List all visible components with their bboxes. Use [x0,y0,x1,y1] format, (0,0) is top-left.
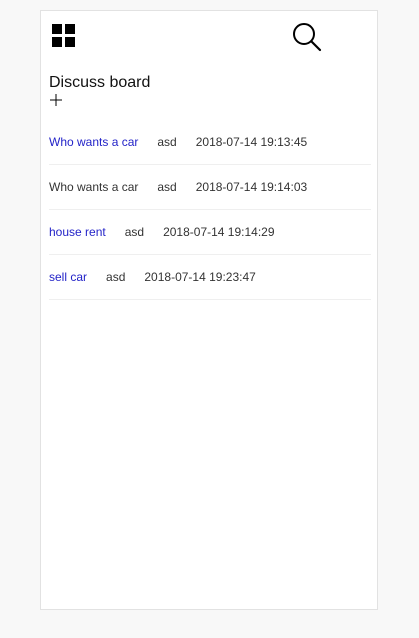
post-row: sell car asd 2018-07-14 19:23:47 [49,255,371,300]
post-row: Who wants a car asd 2018-07-14 19:13:45 [49,120,371,165]
post-topic: Who wants a car [49,180,139,194]
post-date: 2018-07-14 19:23:47 [144,270,256,284]
post-topic-link[interactable]: Who wants a car [49,135,138,149]
search-icon[interactable] [292,22,322,52]
app-panel: Discuss board Who wants a car asd 2018-0… [40,10,378,610]
post-author: asd [157,180,177,194]
post-date: 2018-07-14 19:13:45 [195,135,308,149]
post-author: asd [106,270,126,284]
plus-icon[interactable] [49,93,63,107]
page-title: Discuss board [49,74,151,91]
post-author: asd [124,225,145,239]
post-list: Who wants a car asd 2018-07-14 19:13:45 … [49,120,371,300]
grid-menu-icon[interactable] [52,24,76,48]
post-date: 2018-07-14 19:14:29 [163,225,275,239]
post-topic-link[interactable]: house rent [49,225,106,239]
post-row: house rent asd 2018-07-14 19:14:29 [49,210,371,255]
post-author: asd [157,135,177,149]
post-date: 2018-07-14 19:14:03 [195,180,308,194]
post-row: Who wants a car asd 2018-07-14 19:14:03 [49,165,371,210]
post-topic-link[interactable]: sell car [49,270,87,284]
